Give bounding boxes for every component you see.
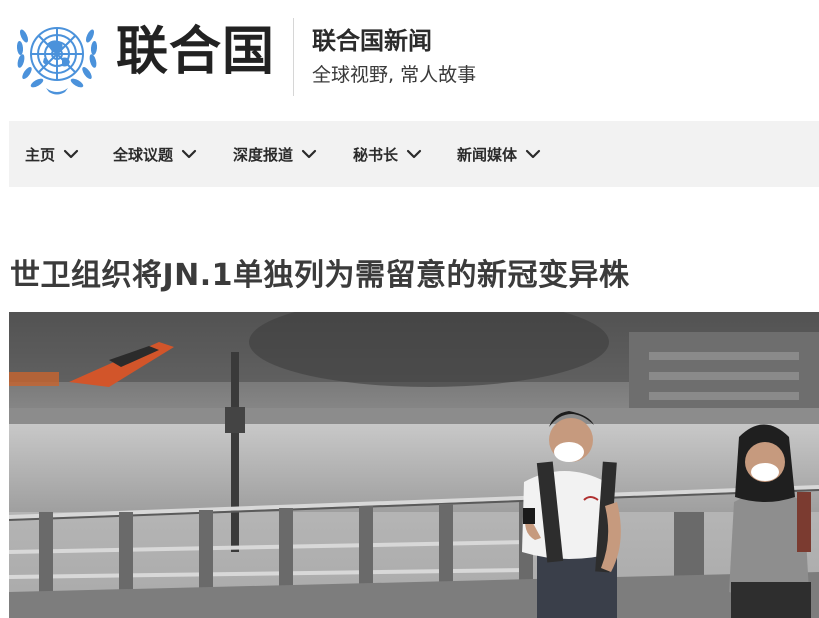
site-title[interactable]: 联合国新闻 <box>312 26 432 56</box>
site-header: 联合国 联合国新闻 全球视野, 常人故事 <box>0 0 819 120</box>
main-nav: 主页 全球议题 深度报道 秘书长 新闻媒体 <box>9 121 819 187</box>
nav-item-label: 全球议题 <box>113 145 174 164</box>
nav-item-label: 深度报道 <box>233 145 294 164</box>
nav-item-home[interactable]: 主页 <box>25 121 79 187</box>
chevron-down-icon <box>181 149 197 159</box>
hero-photo-illustration <box>9 312 819 618</box>
nav-item-label: 主页 <box>25 145 56 164</box>
nav-item-global-issues[interactable]: 全球议题 <box>113 121 197 187</box>
hero-image <box>9 312 819 618</box>
chevron-down-icon <box>301 149 317 159</box>
org-name[interactable]: 联合国 <box>116 22 275 82</box>
un-emblem-icon[interactable] <box>10 14 104 96</box>
nav-item-in-depth[interactable]: 深度报道 <box>233 121 317 187</box>
chevron-down-icon <box>406 149 422 159</box>
nav-item-secretary-general[interactable]: 秘书长 <box>353 121 422 187</box>
nav-item-label: 秘书长 <box>353 145 399 164</box>
nav-item-media[interactable]: 新闻媒体 <box>457 121 541 187</box>
article-headline: 世卫组织将JN.1单独列为需留意的新冠变异株 <box>10 258 630 293</box>
chevron-down-icon <box>525 149 541 159</box>
nav-item-label: 新闻媒体 <box>457 145 518 164</box>
site-tagline: 全球视野, 常人故事 <box>312 64 477 86</box>
header-divider <box>293 18 294 96</box>
chevron-down-icon <box>63 149 79 159</box>
